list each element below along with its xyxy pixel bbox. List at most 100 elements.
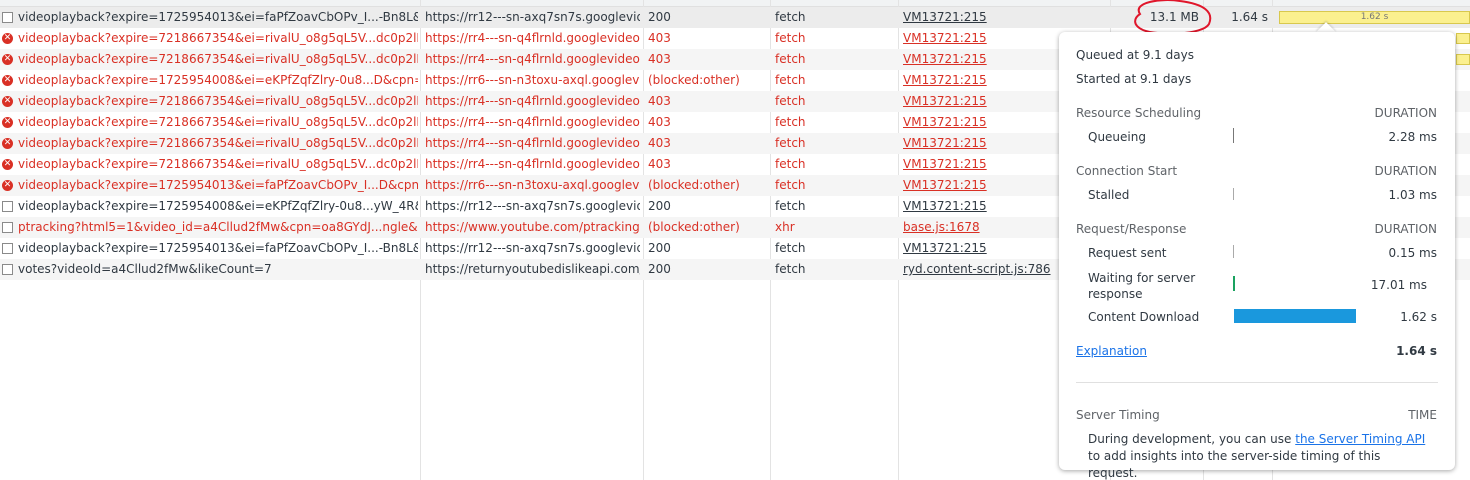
request-sent-label: Request sent: [1088, 246, 1167, 260]
request-file-icon: [2, 222, 13, 233]
request-type-cell: fetch: [775, 94, 806, 108]
request-type-cell: fetch: [775, 262, 806, 276]
request-name-cell[interactable]: videoplayback?expire=7218667354&ei=rival…: [18, 91, 418, 112]
request-name-cell[interactable]: videoplayback?expire=7218667354&ei=rival…: [18, 154, 418, 175]
request-url-cell: https://rr12---sn-axq7sn7s.googlevide...: [425, 10, 640, 24]
request-name-cell[interactable]: videoplayback?expire=7218667354&ei=rival…: [18, 28, 418, 49]
request-type-cell: fetch: [775, 52, 806, 66]
request-time-cell: 1.64 s: [1231, 10, 1268, 24]
request-file-icon: [2, 201, 13, 212]
request-sent-bar: [1233, 245, 1234, 258]
request-file-icon: [2, 12, 13, 23]
error-icon: ✕: [2, 117, 13, 128]
server-timing-title: Server Timing: [1076, 408, 1160, 422]
stalled-bar: [1233, 188, 1234, 200]
request-type-cell: xhr: [775, 220, 795, 234]
content-download-label: Content Download: [1088, 310, 1200, 324]
stalled-value: 1.03 ms: [1388, 188, 1437, 202]
waterfall-bar[interactable]: [1456, 54, 1470, 65]
request-name-cell[interactable]: videoplayback?expire=1725954008&ei=eKPfZ…: [18, 70, 418, 91]
queueing-value: 2.28 ms: [1388, 130, 1437, 144]
request-name-cell[interactable]: videoplayback?expire=1725954013&ei=faPfZ…: [18, 7, 418, 28]
content-download-value: 1.62 s: [1400, 310, 1437, 324]
request-type-cell: fetch: [775, 73, 806, 87]
request-url-cell: https://rr12---sn-axq7sn7s.googlevide...: [425, 199, 640, 213]
explanation-link[interactable]: Explanation: [1076, 344, 1147, 358]
timing-popup: Queued at 9.1 days Started at 9.1 days R…: [1059, 32, 1455, 480]
request-url-cell: https://rr4---sn-q4flrnld.googlevideo.c.…: [425, 115, 640, 129]
table-header[interactable]: [0, 0, 1470, 7]
request-url-cell: https://rr6---sn-n3toxu-axql.googlevid..…: [425, 73, 640, 87]
request-type-cell: fetch: [775, 157, 806, 171]
request-status-cell: (blocked:other): [648, 220, 740, 234]
request-status-cell: 403: [648, 31, 671, 45]
error-icon: ✕: [2, 33, 13, 44]
request-name-cell[interactable]: videoplayback?expire=7218667354&ei=rival…: [18, 49, 418, 70]
request-type-cell: fetch: [775, 241, 806, 255]
stalled-label: Stalled: [1088, 188, 1130, 202]
request-status-cell: 200: [648, 241, 671, 255]
error-icon: ✕: [2, 54, 13, 65]
request-url-cell: https://rr12---sn-axq7sn7s.googlevide...: [425, 241, 640, 255]
request-name-cell[interactable]: videoplayback?expire=1725954013&ei=faPfZ…: [18, 238, 418, 259]
request-response-title: Request/Response: [1076, 222, 1187, 236]
request-name-cell[interactable]: ptracking?html5=1&video_id=a4Cllud2fMw&c…: [18, 217, 418, 238]
waterfall-bar[interactable]: [1456, 33, 1470, 44]
popup-divider: [1076, 382, 1438, 383]
duration-header: DURATION: [1374, 222, 1437, 236]
waiting-label: Waiting for server response: [1088, 271, 1196, 301]
request-type-cell: fetch: [775, 199, 806, 213]
server-timing-text-before: During development, you can use: [1088, 432, 1296, 446]
request-name-cell[interactable]: videoplayback?expire=1725954008&ei=eKPfZ…: [18, 196, 418, 217]
request-type-cell: fetch: [775, 178, 806, 192]
request-file-icon: [2, 243, 13, 254]
request-url-cell: https://rr4---sn-q4flrnld.googlevideo.c.…: [425, 157, 640, 171]
request-status-cell: 200: [648, 199, 671, 213]
request-size-cell: 13.1 MB: [1149, 10, 1199, 24]
request-status-cell: 403: [648, 94, 671, 108]
request-file-icon: [2, 264, 13, 275]
request-url-cell: https://www.youtube.com/ptracking?h...: [425, 220, 640, 234]
error-icon: ✕: [2, 75, 13, 86]
request-initiator-link[interactable]: VM13721:215: [903, 7, 1108, 28]
request-status-cell: 403: [648, 157, 671, 171]
request-status-cell: (blocked:other): [648, 178, 740, 192]
request-url-cell: https://rr6---sn-n3toxu-axql.googlevid..…: [425, 178, 640, 192]
queueing-label: Queueing: [1088, 130, 1146, 144]
request-status-cell: 403: [648, 136, 671, 150]
connection-start-title: Connection Start: [1076, 164, 1178, 178]
request-url-cell: https://rr4---sn-q4flrnld.googlevideo.c.…: [425, 52, 640, 66]
request-name-cell[interactable]: votes?videoId=a4Cllud2fMw&likeCount=7: [18, 259, 418, 280]
request-type-cell: fetch: [775, 31, 806, 45]
request-url-cell: https://returnyoutubedislikeapi.com/v...: [425, 262, 640, 276]
error-icon: ✕: [2, 138, 13, 149]
server-timing-description: During development, you can use the Serv…: [1088, 431, 1433, 480]
server-timing-api-link[interactable]: the Server Timing API: [1295, 432, 1425, 446]
server-timing-text-after: to add insights into the server-side tim…: [1088, 449, 1381, 480]
resource-scheduling-title: Resource Scheduling: [1076, 106, 1202, 120]
request-status-cell: (blocked:other): [648, 73, 740, 87]
request-url-cell: https://rr4---sn-q4flrnld.googlevideo.c.…: [425, 94, 640, 108]
request-name-cell[interactable]: videoplayback?expire=7218667354&ei=rival…: [18, 112, 418, 133]
duration-header: DURATION: [1374, 106, 1437, 120]
server-timing-time-header: TIME: [1408, 408, 1437, 422]
request-status-cell: 403: [648, 52, 671, 66]
waiting-bar: [1233, 276, 1235, 291]
request-name-cell[interactable]: videoplayback?expire=1725954013&ei=faPfZ…: [18, 175, 418, 196]
request-status-cell: 403: [648, 115, 671, 129]
request-url-cell: https://rr4---sn-q4flrnld.googlevideo.c.…: [425, 31, 640, 45]
waiting-value: 17.01 ms: [1370, 278, 1427, 292]
started-at-text: Started at 9.1 days: [1076, 72, 1192, 86]
duration-header: DURATION: [1374, 164, 1437, 178]
table-row[interactable]: videoplayback?expire=1725954013&ei=faPfZ…: [0, 7, 1470, 28]
total-duration: 1.64 s: [1396, 344, 1437, 358]
request-sent-value: 0.15 ms: [1388, 246, 1437, 260]
request-status-cell: 200: [648, 10, 671, 24]
error-icon: ✕: [2, 180, 13, 191]
error-icon: ✕: [2, 159, 13, 170]
error-icon: ✕: [2, 96, 13, 107]
request-name-cell[interactable]: videoplayback?expire=7218667354&ei=rival…: [18, 133, 418, 154]
request-url-cell: https://rr4---sn-q4flrnld.googlevideo.c.…: [425, 136, 640, 150]
waterfall-bar[interactable]: 1.62 s: [1279, 11, 1470, 24]
content-download-bar: [1234, 309, 1356, 323]
